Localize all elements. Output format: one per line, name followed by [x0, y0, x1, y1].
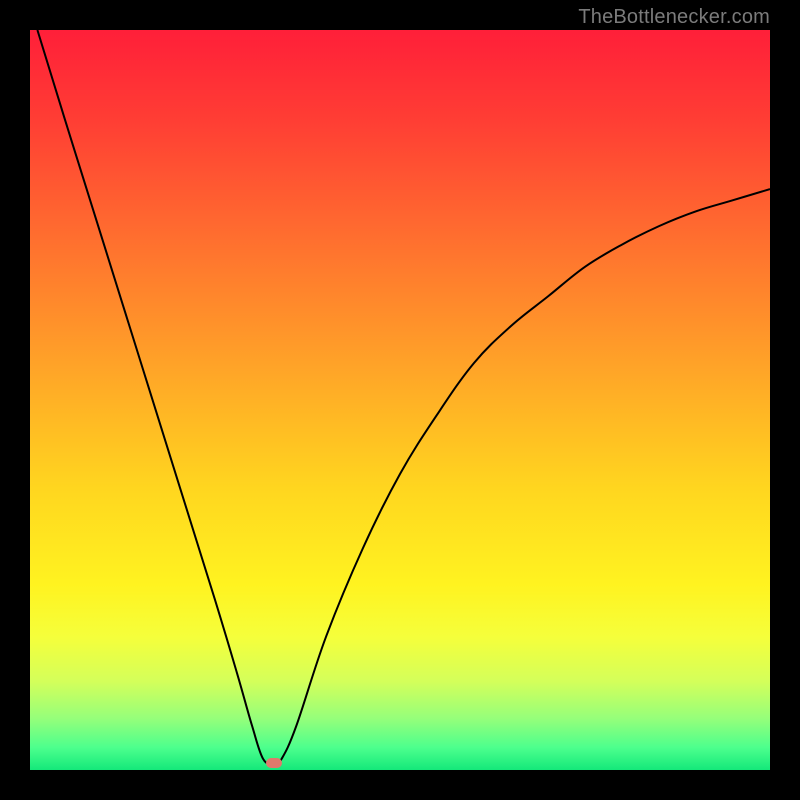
watermark-text: TheBottlenecker.com [578, 6, 770, 29]
chart-frame: TheBottlenecker.com [0, 0, 800, 800]
plot-area [30, 30, 770, 770]
min-marker [266, 758, 282, 768]
bottleneck-curve [30, 30, 770, 770]
